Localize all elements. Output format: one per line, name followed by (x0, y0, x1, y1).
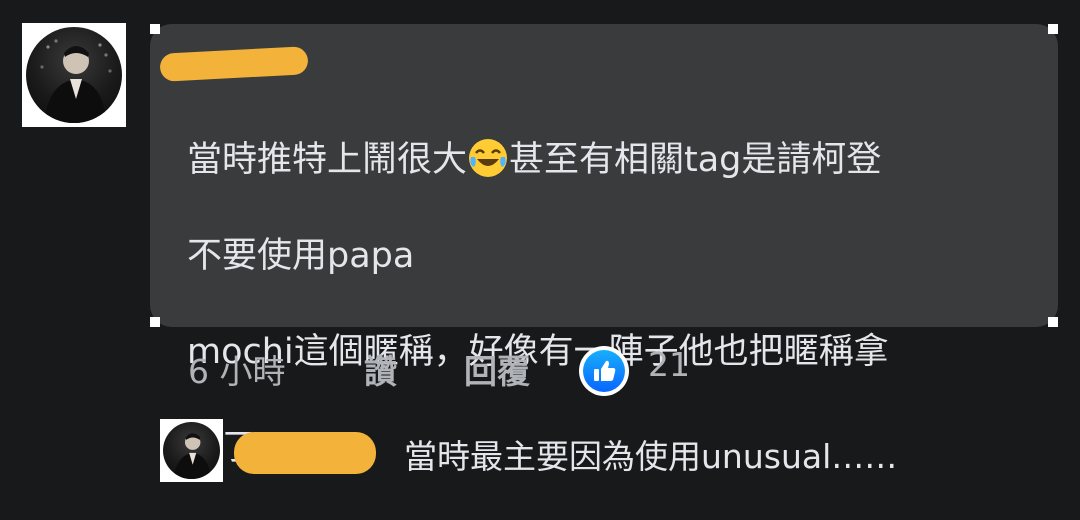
bubble-corner-tr (1048, 24, 1058, 34)
like-reaction-badge[interactable] (579, 346, 629, 396)
comment-timestamp[interactable]: 6 小時 (188, 345, 286, 393)
bubble-corner-bl (150, 317, 160, 327)
bubble-corner-tl (150, 24, 160, 34)
reply-name-redacted[interactable] (234, 432, 376, 474)
like-count: 21 (648, 345, 690, 384)
avatar-image (26, 27, 122, 123)
reply-preview-text[interactable]: 當時最主要因為使用unusual…… (404, 430, 897, 478)
joy-emoji-icon (469, 139, 508, 177)
person-silhouette-icon (173, 433, 211, 479)
reply-avatar[interactable] (160, 419, 223, 482)
person-silhouette-icon (40, 39, 112, 123)
reply-button[interactable]: 回覆 (464, 345, 530, 393)
like-button[interactable]: 讚 (364, 345, 397, 393)
thumbs-up-icon (594, 360, 616, 381)
comment-line-2: 不要使用papa (187, 236, 415, 276)
like-badge-fill (583, 350, 625, 392)
commenter-avatar[interactable] (22, 23, 126, 127)
bubble-corner-br (1048, 317, 1058, 327)
comment-line-1: 當時推特上鬧很大 甚至有相關tag是請柯登 (187, 136, 1037, 184)
reply-avatar-image (163, 422, 220, 479)
